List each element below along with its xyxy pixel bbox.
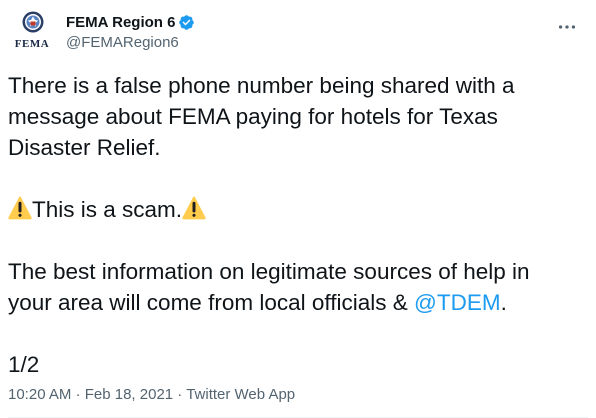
thread-counter: 1/2 <box>8 352 40 377</box>
verified-badge-icon <box>179 14 195 30</box>
mention-link[interactable]: @TDEM <box>414 290 501 315</box>
tweet-source[interactable]: Twitter Web App <box>186 386 295 403</box>
more-options-icon[interactable] <box>556 16 578 38</box>
tweet-header: FEMA FEMA Region 6 @FEMARegion6 <box>8 8 588 56</box>
tweet-date[interactable]: Feb 18, 2021 <box>85 386 173 403</box>
meta-separator: · <box>173 386 187 403</box>
tweet-text: There is a false phone number being shar… <box>8 70 568 380</box>
tweet-time[interactable]: 10:20 AM <box>8 386 71 403</box>
tweet-card: FEMA FEMA Region 6 @FEMARegion6 There is… <box>0 0 596 418</box>
tweet-paragraph-3: The best information on legitimate sourc… <box>8 256 568 318</box>
tweet-paragraph-2: This is a scam. <box>8 194 568 225</box>
tweet-paragraph-1: There is a false phone number being shar… <box>8 73 515 160</box>
meta-separator: · <box>71 386 85 403</box>
avatar-logo-text: FEMA <box>14 38 50 50</box>
dhs-seal-icon <box>22 11 44 33</box>
user-handle[interactable]: @FEMARegion6 <box>66 34 195 51</box>
warning-icon <box>8 196 32 220</box>
warning-icon <box>182 196 206 220</box>
author-names: FEMA Region 6 @FEMARegion6 <box>66 12 195 51</box>
avatar[interactable]: FEMA <box>8 8 56 56</box>
scam-text: This is a scam. <box>32 197 183 222</box>
paragraph-3-end: . <box>500 290 507 315</box>
tweet-metadata: 10:20 AM · Feb 18, 2021 · Twitter Web Ap… <box>8 386 295 403</box>
display-name-row: FEMA Region 6 <box>66 12 195 32</box>
display-name[interactable]: FEMA Region 6 <box>66 14 175 31</box>
